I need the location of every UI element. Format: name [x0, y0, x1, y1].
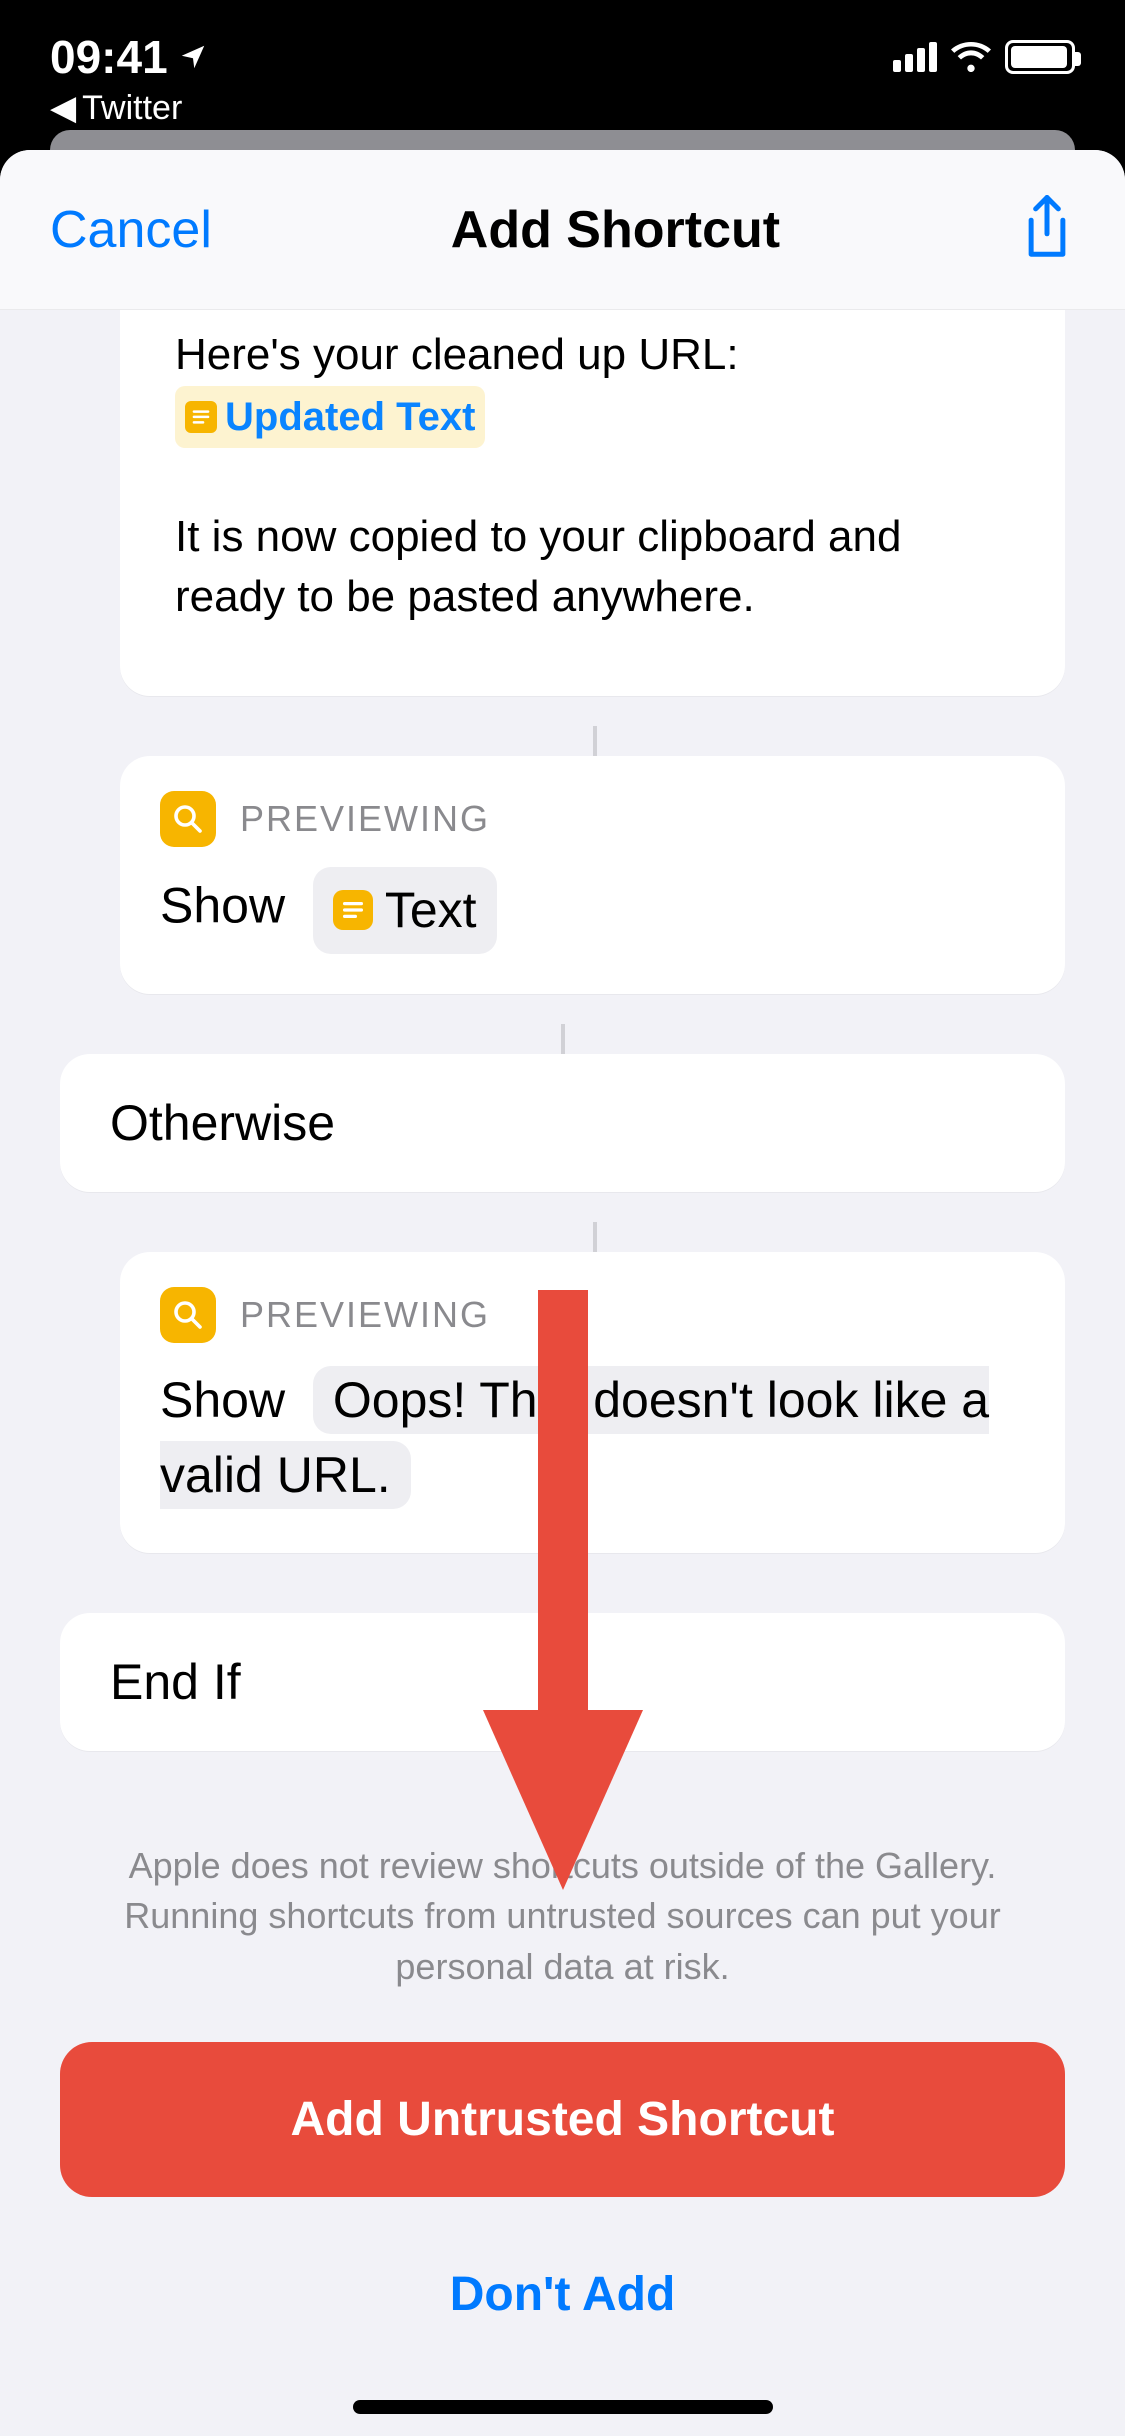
show-verb: Show	[160, 877, 285, 933]
sheet-title: Add Shortcut	[451, 200, 780, 260]
variable-token-updated-text[interactable]: Updated Text	[175, 386, 485, 448]
otherwise-label: Otherwise	[110, 1095, 335, 1151]
sheet-nav: Cancel Add Shortcut	[0, 150, 1125, 310]
connector-line	[561, 1024, 565, 1054]
text-line1: Here's your cleaned up URL:	[175, 330, 739, 379]
connector-line	[593, 1222, 597, 1252]
add-untrusted-button[interactable]: Add Untrusted Shortcut	[60, 2042, 1065, 2197]
show-verb: Show	[160, 1372, 285, 1428]
action-show-preview-2[interactable]: PREVIEWING Show Oops! That doesn't look …	[120, 1252, 1065, 1553]
alert-message: Oops! That doesn't look like a valid URL…	[160, 1372, 989, 1503]
add-shortcut-sheet: Cancel Add Shortcut Here's your cleaned …	[0, 150, 1125, 2436]
shortcut-actions[interactable]: Here's your cleaned up URL: Updated Text…	[0, 310, 1125, 2436]
action-end-if[interactable]: End If	[60, 1613, 1065, 1751]
action-show-preview-1[interactable]: PREVIEWING Show Text	[120, 756, 1065, 994]
status-time: 09:41	[50, 30, 168, 84]
token-label: Updated Text	[225, 390, 475, 444]
back-to-app[interactable]: ◀ Twitter	[50, 88, 208, 128]
text-line2: It is now copied to your clipboard and r…	[175, 512, 901, 620]
preview-header-label: PREVIEWING	[240, 1294, 490, 1336]
connector-line	[593, 726, 597, 756]
status-bar: 09:41 ◀ Twitter	[0, 0, 1125, 130]
quicklook-icon	[160, 1287, 216, 1343]
quicklook-icon	[160, 791, 216, 847]
share-button[interactable]	[1019, 193, 1075, 266]
cellular-icon	[893, 42, 937, 72]
alert-message-pill[interactable]: Oops! That doesn't look like a valid URL…	[160, 1366, 989, 1509]
back-app-label: Twitter	[82, 89, 182, 128]
home-indicator[interactable]	[353, 2400, 773, 2414]
preview-header-label: PREVIEWING	[240, 798, 490, 840]
status-left: 09:41 ◀ Twitter	[50, 30, 208, 128]
connector-line	[561, 1583, 565, 1613]
location-icon	[178, 42, 208, 72]
battery-icon	[1005, 40, 1075, 74]
variable-token-text[interactable]: Text	[313, 867, 497, 954]
cancel-button[interactable]: Cancel	[50, 200, 212, 260]
untrusted-warning: Apple does not review shortcuts outside …	[60, 1781, 1065, 2032]
pill-label: Text	[385, 873, 477, 948]
status-right	[893, 40, 1075, 74]
wifi-icon	[951, 42, 991, 72]
text-icon	[185, 401, 217, 433]
action-text-card[interactable]: Here's your cleaned up URL: Updated Text…	[120, 310, 1065, 696]
action-otherwise[interactable]: Otherwise	[60, 1054, 1065, 1192]
text-icon	[333, 890, 373, 930]
endif-label: End If	[110, 1654, 241, 1710]
back-chevron-icon: ◀	[50, 88, 76, 128]
